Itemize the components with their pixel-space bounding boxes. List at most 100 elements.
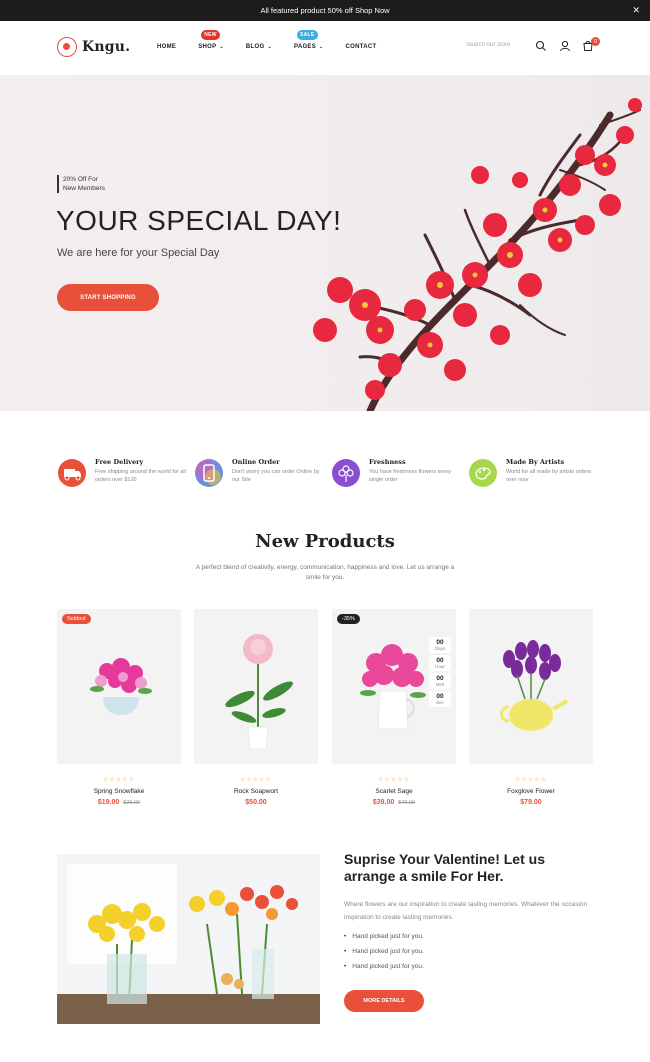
- countdown-timer: 00 Days 00 Hour 00 Mint 00 Sec: [429, 637, 451, 707]
- main-nav: HOME NEW SHOP ⌄ BLOG ⌄ SALE PAGES ⌄ CONTACT: [157, 30, 399, 50]
- list-item: Hand picked just for you.: [344, 929, 424, 944]
- nav-contact-label: CONTACT: [345, 44, 377, 50]
- rating-stars: ☆☆☆☆☆: [103, 777, 135, 783]
- nav-contact[interactable]: CONTACT: [346, 44, 377, 50]
- product-price: $79.00: [469, 799, 593, 806]
- feature-title: Freshness: [369, 458, 406, 466]
- hero-banner: 20% Off For New Members YOUR SPECIAL DAY…: [0, 75, 650, 411]
- feature-made-by-artists: Made By Artists World for all made by ar…: [468, 456, 603, 492]
- chevron-down-icon: ⌄: [319, 44, 324, 50]
- product-image[interactable]: -35% 00 Days 00 Hour 00 Mint 00 Sec: [332, 609, 456, 764]
- product-name[interactable]: Foxglove Flower: [469, 788, 593, 795]
- valentine-description: Where flowers are our inspiration to cre…: [344, 901, 588, 921]
- countdown-minutes: 00 Mint: [429, 673, 451, 689]
- product-name[interactable]: Rock Soapwort: [194, 788, 318, 795]
- rating-stars: ☆☆☆☆☆: [378, 777, 410, 783]
- countdown-days: 00 Days: [429, 637, 451, 653]
- countdown-value: 00: [436, 693, 444, 700]
- product-price: $39.00 $49.00: [332, 799, 456, 806]
- flower-vase-image: [90, 658, 152, 715]
- user-icon[interactable]: [559, 40, 571, 52]
- sale-badge: SALE: [296, 30, 318, 40]
- yellow-tulips-image: [57, 854, 320, 1024]
- search-input[interactable]: [466, 42, 528, 48]
- feature-free-delivery: Free Delivery Free shipping around the w…: [57, 456, 192, 492]
- section-description: A perfect blend of creativity, energy, c…: [195, 564, 455, 581]
- feature-desc: Don't worry you can order Online by our …: [232, 469, 320, 483]
- old-price: $29.00: [123, 800, 141, 806]
- product-image[interactable]: [194, 609, 318, 764]
- soldout-badge: Soldout: [62, 614, 91, 624]
- hero-tag-line: New Members: [63, 185, 105, 192]
- current-price: $50.00: [245, 799, 267, 806]
- countdown-value: 00: [436, 657, 444, 664]
- countdown-value: 00: [436, 675, 444, 682]
- nav-blog-label: BLOG: [245, 44, 265, 50]
- features-row: Free Delivery Free shipping around the w…: [57, 456, 597, 496]
- rating-stars: ☆☆☆☆☆: [515, 777, 547, 783]
- hero-subtitle: We are here for your Special Day: [57, 247, 220, 259]
- more-details-button[interactable]: MORE DETAILS: [344, 990, 424, 1012]
- current-price: $39.00: [372, 799, 395, 806]
- chevron-down-icon: ⌄: [219, 44, 224, 50]
- nav-shop-label: SHOP: [198, 44, 217, 50]
- truck-icon: [58, 459, 86, 487]
- hero-tag-line: 20% Off For: [63, 176, 98, 183]
- announcement-bar: All featured product 50% off Shop Now ✕: [0, 0, 650, 21]
- product-image[interactable]: Soldout: [57, 609, 181, 764]
- countdown-label: Days: [434, 646, 446, 651]
- site-header: Kngu. HOME NEW SHOP ⌄ BLOG ⌄ SALE PAGES ⌄ C…: [0, 21, 650, 75]
- blossom-branch-image: [313, 98, 642, 411]
- announcement-text[interactable]: All featured product 50% off Shop Now: [260, 6, 389, 15]
- nav-shop[interactable]: NEW SHOP ⌄: [198, 30, 224, 50]
- product-card[interactable]: -35% 00 Days 00 Hour 00 Mint 00 Sec ☆☆☆☆☆ Sc…: [332, 609, 456, 806]
- feature-desc: You have freshness flowers every single …: [369, 469, 452, 483]
- valentine-title: Suprise Your Valentine! Let us arrange a…: [344, 851, 545, 884]
- new-badge: NEW: [201, 30, 220, 40]
- feature-title: Made By Artists: [506, 458, 565, 466]
- feature-online-order: Online Order Don't worry you can order O…: [194, 456, 329, 492]
- logo[interactable]: Kngu.: [57, 37, 130, 57]
- nav-home[interactable]: HOME: [157, 44, 176, 50]
- flower-icon: [332, 459, 360, 487]
- valentine-list: Hand picked just for you. Hand picked ju…: [344, 929, 424, 974]
- search-icon[interactable]: [535, 40, 547, 52]
- countdown-label: Hour: [435, 664, 445, 669]
- chevron-down-icon: ⌄: [267, 44, 272, 50]
- nav-pages-label: PAGES: [293, 44, 317, 50]
- current-price: $79.00: [520, 799, 542, 806]
- product-grid: Soldout ☆☆☆☆☆ Spring Snowflake $19.00 $29…: [57, 609, 597, 809]
- product-name[interactable]: Spring Snowflake: [57, 788, 181, 795]
- product-name[interactable]: Scarlet Sage: [332, 788, 456, 795]
- feature-desc: World for all made by artists orders ove…: [506, 469, 592, 483]
- feature-desc: Free shipping around the world for all o…: [95, 469, 186, 483]
- countdown-value: 00: [436, 639, 444, 646]
- nav-blog[interactable]: BLOG ⌄: [246, 44, 272, 50]
- peony-pot-image: [225, 634, 293, 750]
- nav-home-label: HOME: [157, 44, 177, 50]
- section-title: New Products: [255, 531, 395, 552]
- close-icon[interactable]: ✕: [632, 5, 640, 15]
- product-image[interactable]: [469, 609, 593, 764]
- list-item: Hand picked just for you.: [344, 944, 424, 959]
- phone-icon: [195, 459, 223, 487]
- cart-count-badge: 0: [591, 37, 600, 46]
- tulip-teapot-image: [500, 640, 568, 731]
- countdown-seconds: 00 Sec: [429, 691, 451, 707]
- countdown-label: Sec: [436, 700, 444, 705]
- logo-icon: [57, 37, 77, 57]
- rating-stars: ☆☆☆☆☆: [240, 777, 272, 783]
- hero-tag: 20% Off For New Members: [57, 175, 105, 193]
- old-price: $49.00: [398, 800, 416, 806]
- nav-pages[interactable]: SALE PAGES ⌄: [293, 30, 324, 50]
- logo-text: Kngu.: [82, 39, 131, 55]
- feature-title: Free Delivery: [95, 458, 144, 466]
- product-price: $19.00 $29.00: [57, 799, 181, 806]
- product-card[interactable]: ☆☆☆☆☆ Foxglove Flower $79.00: [469, 609, 593, 806]
- product-card[interactable]: ☆☆☆☆☆ Rock Soapwort $50.00: [194, 609, 318, 806]
- valentine-image: [57, 854, 320, 1024]
- start-shopping-button[interactable]: START SHOPPING: [57, 284, 159, 311]
- current-price: $19.00: [97, 799, 120, 806]
- list-item: Hand picked just for you.: [344, 959, 424, 974]
- product-card[interactable]: Soldout ☆☆☆☆☆ Spring Snowflake $19.00 $29…: [57, 609, 181, 806]
